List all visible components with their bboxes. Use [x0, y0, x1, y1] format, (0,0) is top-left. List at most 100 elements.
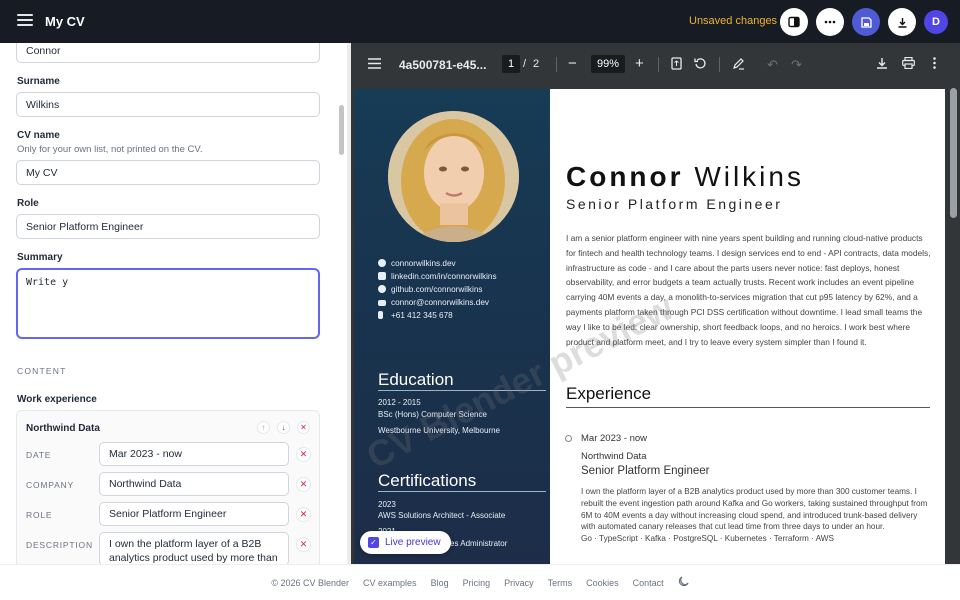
- role-entry-label: ROLE: [26, 510, 53, 520]
- role-entry-input[interactable]: Senior Platform Engineer: [99, 502, 289, 526]
- zoom-level[interactable]: 99%: [591, 55, 626, 73]
- mail-icon: [378, 300, 386, 306]
- clear-date-icon[interactable]: ✕: [296, 447, 311, 462]
- toolbar-divider: [658, 57, 659, 72]
- pdf-menu-icon[interactable]: [368, 57, 381, 72]
- contact-email: connor@connorwilkins.dev: [378, 298, 489, 307]
- description-input[interactable]: I own the platform layer of a B2B analyt…: [99, 532, 289, 564]
- contact-phone: +61 412 345 678: [378, 311, 453, 320]
- work-entry-card: Northwind Data ↑ ↓ ✕ DATE Mar 2023 - now…: [16, 410, 320, 564]
- cert-name: AWS Solutions Architect - Associate: [378, 511, 506, 520]
- contact-website: connorwilkins.dev: [378, 259, 456, 268]
- phone-icon: [378, 311, 383, 319]
- experience-company: Northwind Data: [581, 451, 647, 462]
- footer-link-cookies[interactable]: Cookies: [586, 578, 619, 588]
- contact-linkedin: linkedin.com/in/connorwilkins: [378, 272, 497, 281]
- clear-company-icon[interactable]: ✕: [296, 477, 311, 492]
- experience-role: Senior Platform Engineer: [581, 465, 710, 477]
- profile-photo: [388, 111, 519, 242]
- cv-summary: I am a senior platform engineer with nin…: [566, 233, 931, 347]
- pdf-download-icon[interactable]: [876, 57, 888, 72]
- live-preview-toggle[interactable]: ✓ Live preview: [360, 531, 451, 554]
- save-button[interactable]: [852, 8, 880, 36]
- education-rule: [378, 390, 546, 391]
- zoom-out-icon[interactable]: −: [568, 55, 577, 72]
- summary-label: Summary: [17, 252, 63, 263]
- pdf-filename: 4a500781-e45...: [399, 58, 487, 72]
- page-number-input[interactable]: 1: [502, 55, 521, 73]
- cert-year: 2023: [378, 500, 396, 509]
- checkbox-checked-icon[interactable]: ✓: [368, 537, 379, 548]
- editor-scrollbar[interactable]: [339, 105, 344, 155]
- download-button[interactable]: [888, 8, 916, 36]
- education-heading: Education: [378, 370, 454, 389]
- more-icon: [824, 20, 836, 24]
- cv-role: Senior Platform Engineer: [566, 196, 783, 212]
- footer-link-cv-examples[interactable]: CV examples: [363, 578, 417, 588]
- first-name-input[interactable]: Connor: [16, 43, 320, 63]
- theme-toggle-moon-icon[interactable]: [678, 576, 689, 589]
- toggle-panel-button[interactable]: [780, 8, 808, 36]
- role-label: Role: [17, 198, 39, 209]
- pdf-scrollbar[interactable]: [950, 88, 957, 218]
- save-icon: [860, 16, 872, 28]
- editor-panel: Connor Surname Wilkins CV name Only for …: [0, 43, 338, 564]
- experience-description: I own the platform layer of a B2B analyt…: [581, 487, 928, 544]
- footer-link-privacy[interactable]: Privacy: [504, 578, 534, 588]
- unsaved-status: Unsaved changes: [689, 15, 778, 27]
- date-input[interactable]: Mar 2023 - now: [99, 442, 289, 466]
- rotate-icon[interactable]: [694, 57, 707, 73]
- toolbar-divider: [719, 57, 720, 72]
- app-title: My CV: [45, 14, 85, 29]
- panel-icon: [788, 16, 800, 28]
- date-label: DATE: [26, 450, 52, 460]
- pdf-more-icon[interactable]: [933, 57, 936, 72]
- github-icon: [378, 285, 386, 293]
- clear-description-icon[interactable]: ✕: [296, 537, 311, 552]
- footer-link-contact[interactable]: Contact: [633, 578, 664, 588]
- more-button[interactable]: [816, 8, 844, 36]
- redo-icon[interactable]: ↷: [791, 57, 802, 73]
- move-down-icon[interactable]: ↓: [277, 421, 290, 434]
- content-section-heading: CONTENT: [17, 366, 67, 376]
- cvname-label: CV name: [17, 130, 60, 141]
- footer-link-pricing[interactable]: Pricing: [463, 578, 491, 588]
- certifications-rule: [378, 491, 546, 492]
- clear-role-icon[interactable]: ✕: [296, 507, 311, 522]
- linkedin-icon: [378, 272, 386, 280]
- education-years: 2012 - 2015: [378, 398, 421, 407]
- undo-icon[interactable]: ↶: [767, 57, 778, 73]
- print-icon[interactable]: [902, 56, 915, 72]
- top-bar: My CV Unsaved changes D: [0, 0, 960, 43]
- globe-icon: [378, 259, 386, 267]
- surname-input[interactable]: Wilkins: [16, 92, 320, 117]
- page-total: 2: [533, 58, 540, 70]
- pdf-toolbar: 4a500781-e45... 1 / 2 − 99% + ↶ ↷: [351, 43, 960, 86]
- experience-rule: [566, 407, 930, 408]
- cvname-input[interactable]: My CV: [16, 160, 320, 185]
- role-input[interactable]: Senior Platform Engineer: [16, 214, 320, 239]
- footer-link-terms[interactable]: Terms: [548, 578, 573, 588]
- timeline-dot: [565, 435, 572, 442]
- zoom-in-icon[interactable]: +: [635, 55, 644, 72]
- annotate-icon[interactable]: [732, 57, 745, 73]
- menu-icon[interactable]: [17, 14, 33, 28]
- company-input[interactable]: Northwind Data: [99, 472, 289, 496]
- work-entry-title: Northwind Data: [26, 423, 100, 434]
- footer-link-blog[interactable]: Blog: [431, 578, 449, 588]
- footer-copyright: © 2026 CV Blender: [271, 577, 350, 588]
- work-experience-label: Work experience: [17, 394, 97, 405]
- education-school: Westbourne University, Melbourne: [378, 426, 500, 435]
- contact-github: github.com/connorwilkins: [378, 285, 482, 294]
- fit-page-icon[interactable]: [671, 57, 682, 73]
- avatar[interactable]: D: [924, 10, 948, 34]
- certifications-heading: Certifications: [378, 471, 477, 490]
- remove-entry-icon[interactable]: ✕: [297, 421, 310, 434]
- cvname-hint: Only for your own list, not printed on t…: [17, 144, 203, 155]
- move-up-icon[interactable]: ↑: [257, 421, 270, 434]
- company-label: COMPANY: [26, 480, 74, 490]
- footer: © 2026 CV Blender CV examples Blog Prici…: [0, 564, 960, 600]
- education-degree: BSc (Hons) Computer Science: [378, 410, 487, 419]
- summary-textarea[interactable]: Write y: [16, 268, 320, 339]
- cert-name-2: es Administrator: [450, 539, 508, 548]
